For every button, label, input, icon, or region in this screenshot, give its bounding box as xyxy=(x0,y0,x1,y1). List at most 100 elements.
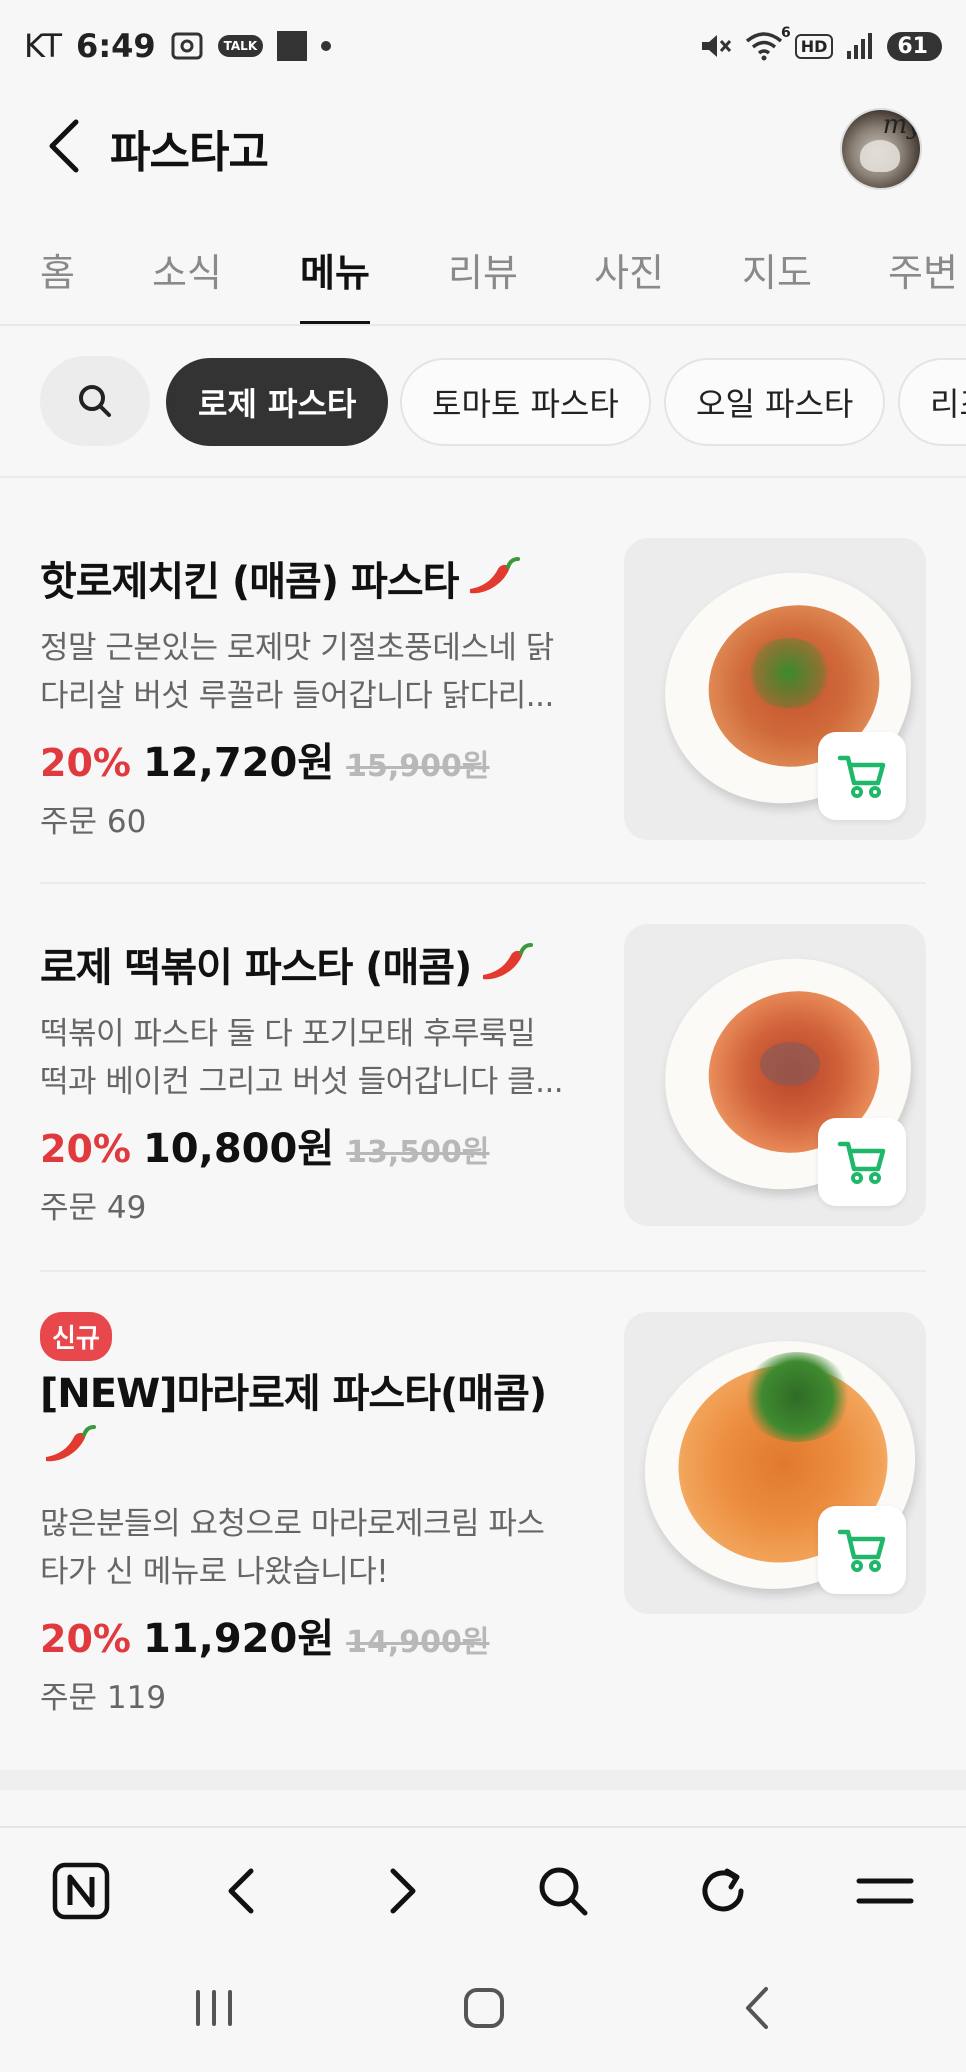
menu-item-name-text: [NEW]마라로제 파스타(매콤) xyxy=(40,1371,547,1417)
new-badge: 신규 xyxy=(40,1312,112,1361)
menu-item-description-line: 타가 신 메뉴로 나왔습니다! xyxy=(40,1554,389,1590)
battery-level: 61 xyxy=(897,33,928,59)
sale-price: 11,920원 xyxy=(142,1616,335,1662)
battery-icon: 61 xyxy=(887,31,942,61)
status-bar: KT 6:49 TALK 6 HD 61 xyxy=(0,0,966,92)
app-header: 파스타고 my xyxy=(0,92,966,202)
sale-price: 12,720원 xyxy=(142,740,335,786)
wifi-icon: 6 xyxy=(745,25,791,61)
kakaotalk-icon: TALK xyxy=(217,35,264,57)
hd-voice-icon: HD xyxy=(794,33,834,59)
system-navigation-bar xyxy=(0,1950,966,2072)
cart-icon xyxy=(837,755,886,798)
chip-oil-pasta[interactable]: 오일 파스타 xyxy=(664,358,886,446)
browser-search-icon xyxy=(539,1867,588,1916)
app-notification-icon xyxy=(277,31,308,61)
menu-icon xyxy=(856,1878,914,1904)
avatar-photo xyxy=(860,140,900,172)
section-divider xyxy=(0,1770,966,1790)
screenshot-icon xyxy=(170,31,204,61)
menu-item-name-text: 로제 떡볶이 파스타 (매콤) xyxy=(40,945,472,991)
naver-home-button[interactable] xyxy=(48,1858,114,1924)
chili-pepper-icon xyxy=(464,555,521,614)
menu-item-name-text: 핫로제치킨 (매콤) 파스타 xyxy=(40,559,459,605)
discount-rate: 20% xyxy=(40,741,131,785)
browser-forward-button[interactable] xyxy=(370,1858,436,1924)
add-to-cart-button[interactable] xyxy=(818,732,906,820)
avatar-label: my xyxy=(882,110,922,140)
chili-pepper-icon xyxy=(40,1423,96,1482)
chevron-left-icon xyxy=(49,119,79,173)
menu-search-button[interactable] xyxy=(40,356,150,446)
place-tabs: 홈 소식 메뉴 리뷰 사진 지도 주변 xyxy=(0,220,966,326)
menu-item[interactable]: 로제 떡볶이 파스타 (매콤) 떡볶이 파스타 둘 다 포기모태 후루룩밀 떡과… xyxy=(0,884,966,1272)
chip-rose-pasta[interactable]: 로제 파스타 xyxy=(166,358,389,446)
bacon-topping xyxy=(760,1042,820,1086)
tab-photos[interactable]: 사진 xyxy=(594,242,664,324)
cart-icon xyxy=(837,1141,886,1184)
add-to-cart-button[interactable] xyxy=(818,1118,906,1206)
price-row: 20% 11,920원 14,900원 xyxy=(40,1606,490,1664)
menu-item-description-line: 다리살 버섯 루꼴라 들어갑니다 닭다리... xyxy=(40,678,554,714)
search-icon xyxy=(79,385,111,417)
price-row: 20% 10,800원 13,500원 xyxy=(40,1116,490,1174)
menu-item-name: 로제 떡볶이 파스타 (매콤) xyxy=(40,940,600,1000)
menu-item-name: 핫로제치킨 (매콤) 파스타 xyxy=(40,554,600,614)
tab-home[interactable]: 홈 xyxy=(40,242,75,324)
home-icon xyxy=(464,1988,504,2028)
discount-rate: 20% xyxy=(40,1127,131,1171)
browser-menu-button[interactable] xyxy=(852,1858,918,1924)
tab-reviews[interactable]: 리뷰 xyxy=(448,242,518,324)
signal-icon xyxy=(845,31,875,61)
tab-map[interactable]: 지도 xyxy=(742,242,812,324)
tab-news[interactable]: 소식 xyxy=(152,242,222,324)
system-back-icon xyxy=(746,1987,768,2029)
tab-nearby[interactable]: 주변 xyxy=(888,242,958,324)
price-row: 20% 12,720원 15,900원 xyxy=(40,730,490,788)
original-price: 13,500원 xyxy=(346,1135,490,1170)
menu-item[interactable]: 신규 [NEW]마라로제 파스타(매콤) 많은분들의 요청으로 마라로제크림 파… xyxy=(0,1272,966,1770)
recent-apps-button[interactable] xyxy=(184,1978,244,2038)
sale-price: 10,800원 xyxy=(142,1126,335,1172)
home-button[interactable] xyxy=(454,1978,514,2038)
add-to-cart-button[interactable] xyxy=(818,1506,906,1594)
order-count: 주문 119 xyxy=(40,1680,167,1716)
menu-item-description: 떡볶이 파스타 둘 다 포기모태 후루룩밀 떡과 베이컨 그리고 버섯 들어갑니… xyxy=(40,1010,580,1106)
browser-forward-icon xyxy=(390,1868,416,1914)
recent-apps-icon xyxy=(196,1990,232,2026)
discount-rate: 20% xyxy=(40,1617,131,1661)
refresh-button[interactable] xyxy=(690,1858,756,1924)
more-notifications-icon xyxy=(321,41,332,51)
chip-risotto[interactable]: 리조또 xyxy=(898,358,966,446)
menu-item-photo[interactable] xyxy=(624,1312,926,1614)
naver-home-icon xyxy=(52,1862,110,1920)
menu-item[interactable]: 핫로제치킨 (매콤) 파스타 정말 근본있는 로제맛 기절초풍데스네 닭 다리살… xyxy=(0,478,966,884)
refresh-icon xyxy=(702,1868,744,1912)
system-back-button[interactable] xyxy=(726,1978,786,2038)
original-price: 15,900원 xyxy=(346,749,490,784)
cart-icon xyxy=(837,1529,886,1572)
menu-item-description-line: 정말 근본있는 로제맛 기절초풍데스네 닭 xyxy=(40,630,554,666)
browser-search-button[interactable] xyxy=(530,1858,596,1924)
browser-back-button[interactable] xyxy=(208,1858,274,1924)
menu-item-description: 많은분들의 요청으로 마라로제크림 파스 타가 신 메뉴로 나왔습니다! xyxy=(40,1500,580,1596)
menu-item-name: [NEW]마라로제 파스타(매콤) xyxy=(40,1366,600,1482)
arugula-topping xyxy=(744,638,834,708)
mute-icon xyxy=(699,31,733,61)
menu-item-description-line: 떡과 베이컨 그리고 버섯 들어갑니다 클... xyxy=(40,1064,564,1100)
tab-menu[interactable]: 메뉴 xyxy=(300,242,370,324)
page-title: 파스타고 xyxy=(110,127,269,178)
carrier-label: KT xyxy=(24,27,63,65)
menu-item-description-line: 떡볶이 파스타 둘 다 포기모태 후루룩밀 xyxy=(40,1016,536,1052)
back-button[interactable] xyxy=(34,116,94,176)
order-count: 주문 60 xyxy=(40,804,147,840)
chip-tomato-pasta[interactable]: 토마토 파스타 xyxy=(400,358,651,446)
menu-item-description-line: 많은분들의 요청으로 마라로제크림 파스 xyxy=(40,1506,545,1542)
herb-topping xyxy=(742,1352,852,1442)
menu-item-photo[interactable] xyxy=(624,924,926,1226)
menu-category-filter: 로제 파스타 토마토 파스타 오일 파스타 리조또 xyxy=(0,326,966,478)
chili-pepper-icon xyxy=(477,941,534,1000)
avatar[interactable]: my xyxy=(840,108,922,190)
wifi-generation-label: 6 xyxy=(780,25,791,41)
menu-item-photo[interactable] xyxy=(624,538,926,840)
